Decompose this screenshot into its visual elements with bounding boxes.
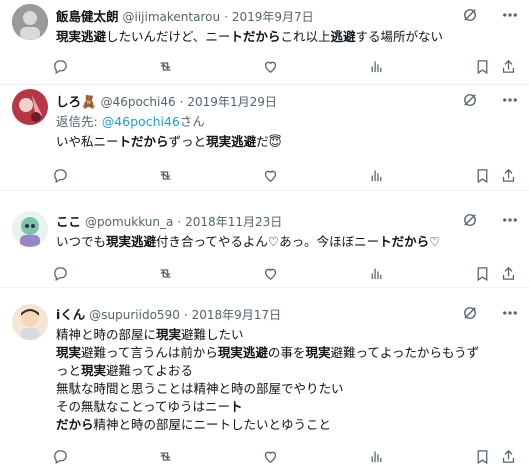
tweet-corner-icons — [461, 91, 519, 113]
views-icon[interactable] — [364, 163, 388, 187]
retweet-icon[interactable] — [153, 54, 177, 78]
reply-handle-link[interactable]: @46pochi46 — [102, 114, 180, 129]
like-icon[interactable] — [258, 261, 282, 285]
display-name[interactable]: 飯島健太朗 — [56, 9, 119, 24]
tweet-text: いつでも現実逃避付き合ってやるよん♡あっ。今ほぼニートだから♡ — [56, 234, 441, 249]
grok-icon[interactable] — [461, 304, 479, 326]
share-icon[interactable] — [496, 261, 520, 285]
timestamp[interactable]: 2019年1月29日 — [187, 95, 276, 109]
more-icon[interactable] — [501, 6, 519, 28]
timestamp[interactable]: 2018年9月17日 — [192, 308, 281, 322]
like-icon[interactable] — [258, 54, 282, 78]
tweet[interactable]: iくん @supuriido590 · 2018年9月17日 精神と時の部屋に現… — [0, 288, 529, 475]
tweet-corner-icons — [461, 304, 519, 326]
views-icon[interactable] — [364, 54, 388, 78]
avatar[interactable] — [12, 304, 48, 340]
tweet-corner-icons — [461, 211, 519, 233]
tweet-actions — [48, 54, 521, 78]
avatar[interactable] — [12, 89, 48, 125]
handle[interactable]: @iijimakentarou — [123, 10, 221, 24]
tweet-text-line: 現実避難って言うんは前から現実逃避の事を現実避難ってよったからもうず — [56, 345, 480, 360]
display-name[interactable]: iくん — [56, 307, 85, 322]
reply-icon[interactable] — [48, 261, 72, 285]
reply-icon[interactable] — [48, 54, 72, 78]
tweet-text: いや私ニートだからずっと現実逃避だ😇 — [56, 134, 282, 149]
bookmark-icon[interactable] — [470, 444, 494, 468]
tweet-text-line: っと現実避難ってよおる — [56, 363, 193, 378]
timestamp[interactable]: 2019年9月7日 — [232, 10, 314, 24]
display-name[interactable]: ここ — [56, 214, 81, 229]
share-icon[interactable] — [496, 444, 520, 468]
retweet-icon[interactable] — [153, 444, 177, 468]
tweet-text-line: 無駄な時間と思うことは精神と時の部屋でやりたい — [56, 381, 344, 396]
more-icon[interactable] — [501, 304, 519, 326]
like-icon[interactable] — [258, 163, 282, 187]
tweet-header: ここ @pomukkun_a · 2018年11月23日 — [56, 214, 283, 229]
more-icon[interactable] — [501, 91, 519, 113]
grok-icon[interactable] — [461, 6, 479, 28]
tweet-actions — [48, 444, 521, 468]
tweet-corner-icons — [461, 6, 519, 28]
tweet-header: しろ🧸 @46pochi46 · 2019年1月29日 — [56, 94, 277, 109]
tweet-text-line: その無駄なことってゆうはニート — [56, 399, 243, 414]
handle[interactable]: @supuriido590 — [89, 308, 180, 322]
bookmark-icon[interactable] — [470, 261, 494, 285]
bookmark-icon[interactable] — [470, 163, 494, 187]
tweet-actions — [48, 261, 521, 285]
tweet-header: iくん @supuriido590 · 2018年9月17日 — [56, 307, 282, 322]
grok-icon[interactable] — [461, 91, 479, 113]
timestamp[interactable]: 2018年11月23日 — [185, 215, 282, 229]
tweet[interactable]: 飯島健太朗 @iijimakentarou · 2019年9月7日 現実逃避した… — [0, 0, 529, 85]
tweet-actions — [48, 163, 521, 187]
share-icon[interactable] — [496, 163, 520, 187]
tweet[interactable]: ここ @pomukkun_a · 2018年11月23日 いつでも現実逃避付き合… — [0, 191, 529, 288]
avatar[interactable] — [12, 4, 48, 40]
tweet[interactable]: しろ🧸 @46pochi46 · 2019年1月29日 返信先: @46poch… — [0, 85, 529, 191]
views-icon[interactable] — [364, 261, 388, 285]
share-icon[interactable] — [496, 54, 520, 78]
display-name[interactable]: しろ🧸 — [56, 94, 97, 109]
bookmark-icon[interactable] — [470, 54, 494, 78]
tweet-text-line: だから精神と時の部屋にニートしたいとゆうこと — [56, 417, 332, 432]
retweet-icon[interactable] — [153, 163, 177, 187]
like-icon[interactable] — [258, 444, 282, 468]
retweet-icon[interactable] — [153, 261, 177, 285]
tweet-text: 現実逃避したいんだけど、ニートだからこれ以上逃避する場所がない — [56, 29, 443, 44]
grok-icon[interactable] — [461, 211, 479, 233]
reply-icon[interactable] — [48, 444, 72, 468]
views-icon[interactable] — [364, 444, 388, 468]
reply-context: 返信先: @46pochi46さん — [56, 114, 205, 129]
reply-icon[interactable] — [48, 163, 72, 187]
more-icon[interactable] — [501, 211, 519, 233]
handle[interactable]: @pomukkun_a — [85, 215, 173, 229]
tweet-text-line: 精神と時の部屋に現実避難したい — [56, 327, 244, 342]
handle[interactable]: @46pochi46 — [101, 95, 176, 109]
avatar[interactable] — [12, 211, 48, 247]
tweet-header: 飯島健太朗 @iijimakentarou · 2019年9月7日 — [56, 9, 314, 24]
